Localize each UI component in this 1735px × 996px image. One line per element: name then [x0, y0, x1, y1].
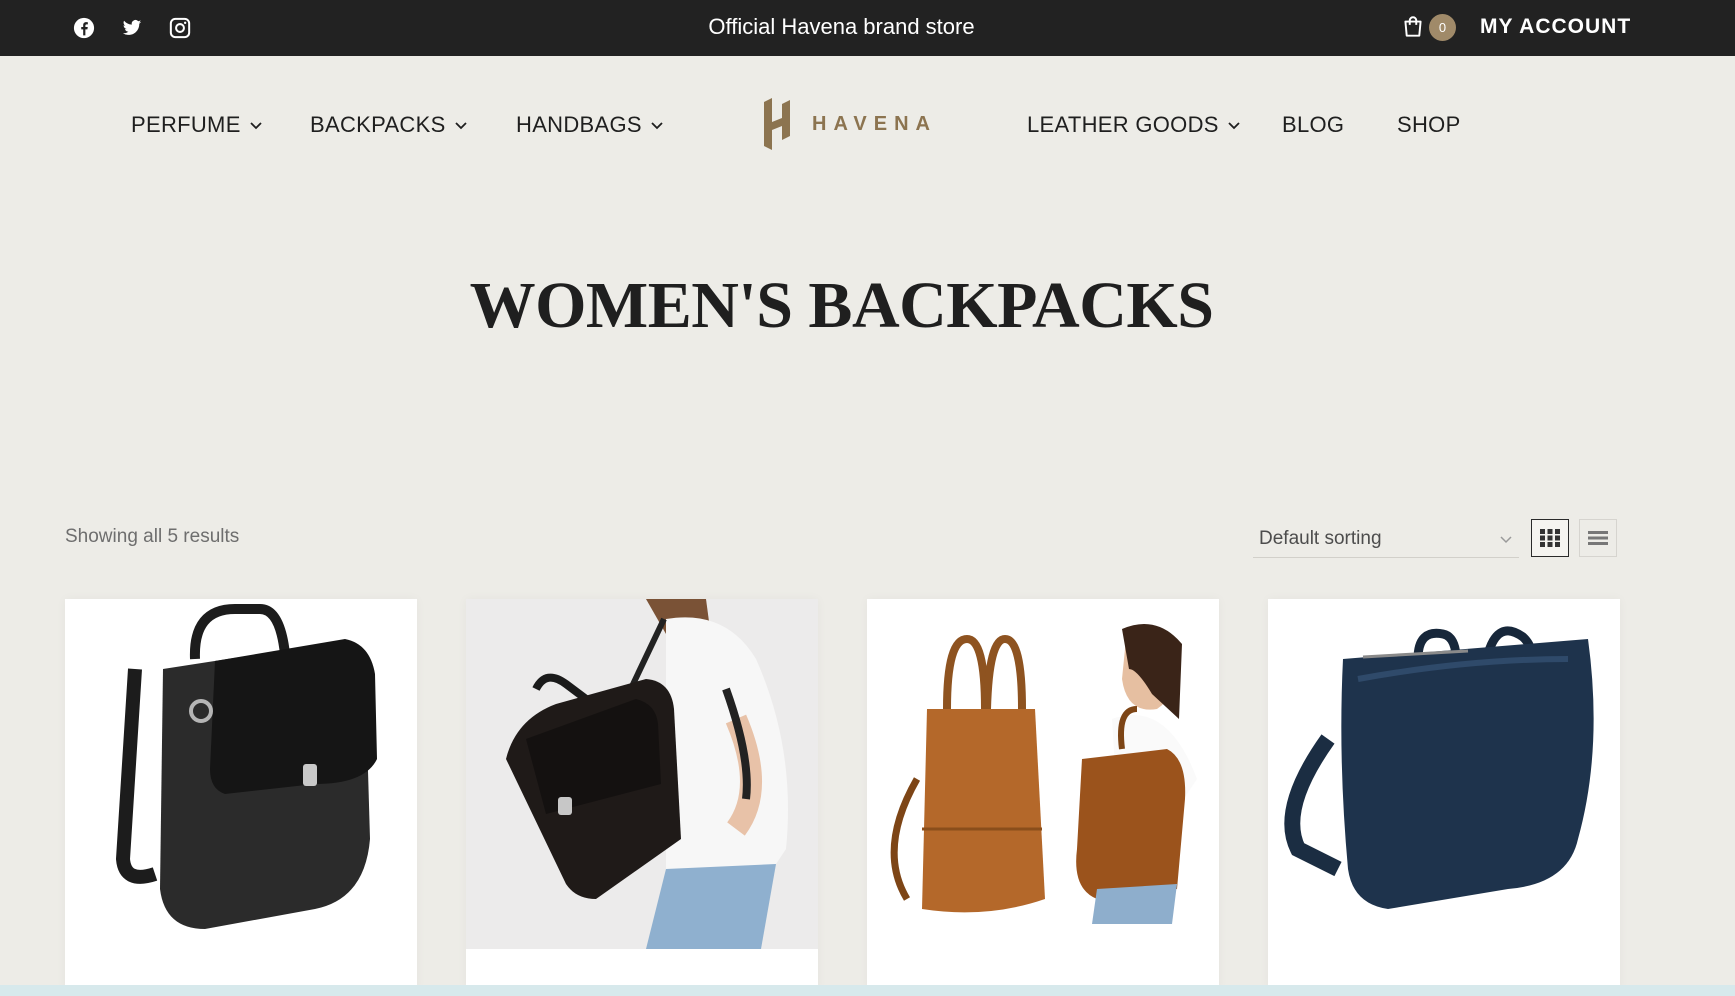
product-card[interactable]: [867, 599, 1219, 989]
nav-item-label: HANDBAGS: [516, 112, 642, 137]
list-view-button[interactable]: [1579, 519, 1617, 557]
grid-view-icon: [1540, 529, 1560, 547]
nav-item-blog[interactable]: BLOG: [1282, 112, 1344, 138]
page-title: WOMEN'S BACKPACKS: [469, 269, 1214, 342]
chevron-down-icon: [1500, 535, 1512, 543]
chevron-down-icon: [1228, 122, 1240, 130]
nav-item-label: LEATHER GOODS: [1027, 112, 1219, 137]
cart-button[interactable]: 0: [1400, 12, 1458, 42]
grid-view-button[interactable]: [1531, 519, 1569, 557]
chevron-down-icon: [651, 122, 663, 130]
sorting-select[interactable]: Default sorting: [1253, 520, 1519, 558]
product-card[interactable]: [466, 599, 818, 989]
product-card[interactable]: [65, 599, 417, 989]
nav-item-perfume[interactable]: PERFUME: [131, 112, 263, 138]
nav-item-label: BACKPACKS: [310, 112, 446, 137]
product-image-woman-wearing-black-backpack[interactable]: [466, 599, 818, 949]
top-bar: Official Havena brand store 0 MY ACCOUNT: [0, 0, 1735, 56]
havena-logo[interactable]: HAVENA: [760, 96, 937, 152]
nav-item-handbags[interactable]: HANDBAGS: [516, 112, 664, 138]
nav-item-label: PERFUME: [131, 112, 241, 137]
nav-item-shop[interactable]: SHOP: [1397, 112, 1461, 138]
shopping-bag-icon: [1400, 14, 1426, 45]
sorting-selected-value: Default sorting: [1259, 527, 1382, 549]
list-view-icon: [1588, 531, 1608, 545]
results-count: Showing all 5 results: [65, 526, 240, 547]
logo-text: HAVENA: [812, 112, 937, 135]
nav-item-label: BLOG: [1282, 112, 1345, 137]
bottom-scroll-strip: [0, 985, 1735, 996]
chevron-down-icon: [250, 122, 262, 130]
nav-item-label: SHOP: [1397, 112, 1461, 137]
nav-item-leather-goods[interactable]: LEATHER GOODS: [1027, 112, 1241, 138]
havena-logo-mark-icon: [764, 98, 790, 150]
product-image-black-flap-backpack[interactable]: [65, 599, 417, 949]
product-image-brown-suede-tote-backpack[interactable]: [867, 599, 1219, 949]
product-card[interactable]: [1268, 599, 1620, 989]
cart-count-badge: 0: [1429, 14, 1456, 41]
nav-item-backpacks[interactable]: BACKPACKS: [310, 112, 468, 138]
my-account-link[interactable]: MY ACCOUNT: [1480, 15, 1631, 39]
chevron-down-icon: [454, 122, 467, 130]
product-image-navy-leather-backpack[interactable]: [1268, 599, 1620, 949]
